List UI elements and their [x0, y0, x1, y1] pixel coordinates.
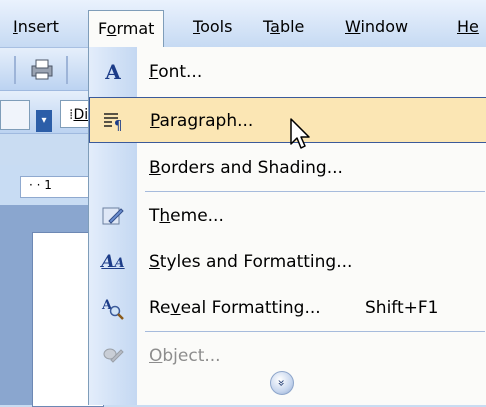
expand-menu-chevron-icon[interactable]: » — [270, 371, 294, 395]
styles-label: tyles and Formatting... — [159, 252, 353, 272]
reveal-shortcut: Shift+F1 — [365, 298, 439, 318]
paragraph-icon: ¶ — [102, 109, 126, 134]
styles-icon: AA — [101, 252, 125, 272]
toolbar-separator — [66, 56, 68, 84]
menu-item-borders-shading[interactable]: Borders and Shading... — [89, 145, 486, 191]
paragraph-mnemonic: P — [150, 111, 160, 131]
menu-window-mnemonic: W — [345, 17, 361, 36]
toolbar-dropdown-arrow[interactable]: ▾ — [36, 110, 52, 132]
reveal-label-start: Re — [149, 298, 171, 318]
menu-item-font[interactable]: A Font... — [89, 49, 486, 95]
borders-mnemonic: B — [149, 158, 161, 178]
menu-item-paragraph[interactable]: ¶ Paragraph... — [89, 97, 486, 143]
object-mnemonic: O — [149, 346, 163, 366]
theme-icon — [101, 204, 125, 228]
expand-glyph: » — [275, 379, 289, 387]
borders-label: orders and Shading... — [160, 158, 343, 178]
toolbar-button[interactable] — [0, 100, 30, 130]
font-label: ont... — [158, 62, 203, 82]
paragraph-label: aragraph... — [159, 111, 254, 131]
menu-tools-label: ools — [200, 17, 233, 36]
menu-item-reveal-formatting[interactable]: A Reveal Formatting... Shift+F1 — [89, 285, 486, 331]
menu-format-mnemonic: o — [106, 19, 117, 38]
format-menu: A Font... ¶ Paragraph... Borders and Sha… — [88, 47, 486, 405]
menu-window[interactable]: Window — [336, 12, 417, 42]
menu-window-label: indow — [360, 17, 409, 36]
print-icon[interactable] — [28, 56, 56, 82]
theme-label-end: eme... — [170, 206, 224, 226]
menu-separator — [145, 191, 485, 192]
menu-tools-mnemonic: T — [193, 17, 201, 36]
svg-text:¶: ¶ — [114, 119, 122, 133]
object-icon — [101, 344, 125, 368]
menu-separator — [145, 331, 485, 332]
object-label: bject... — [162, 346, 221, 366]
menu-help-label: He — [457, 17, 479, 36]
ruler-marks: · · 1 — [29, 178, 52, 192]
menu-item-styles-formatting[interactable]: AA Styles and Formatting... — [89, 239, 486, 285]
menu-help[interactable]: He — [448, 12, 486, 42]
font-mnemonic: F — [149, 62, 159, 82]
menu-format-label-start: F — [98, 19, 107, 38]
theme-mnemonic: h — [159, 206, 171, 226]
menu-insert-label: nsert — [17, 17, 59, 36]
menu-table-mnemonic: a — [270, 17, 280, 36]
reveal-mnemonic: v — [170, 298, 181, 318]
menu-format-label-end: rmat — [116, 19, 155, 38]
font-A-icon: A — [105, 60, 121, 84]
toolbar-separator — [14, 56, 16, 84]
menu-format[interactable]: Format — [88, 10, 165, 48]
style-combo-text: Di — [73, 107, 89, 123]
reveal-label-end: eal Formatting... — [180, 298, 321, 318]
menu-bar: Insert Format Tools Table Window He — [0, 0, 486, 48]
theme-label-start: T — [149, 206, 160, 226]
reveal-formatting-icon: A — [101, 296, 125, 320]
menu-table-label-end: ble — [279, 17, 305, 36]
menu-insert[interactable]: Insert — [4, 12, 68, 42]
styles-mnemonic: S — [149, 252, 160, 272]
menu-table[interactable]: Table — [254, 12, 313, 42]
menu-tools[interactable]: Tools — [184, 12, 241, 42]
mouse-cursor-icon — [290, 118, 310, 149]
menu-item-theme[interactable]: Theme... — [89, 193, 486, 239]
